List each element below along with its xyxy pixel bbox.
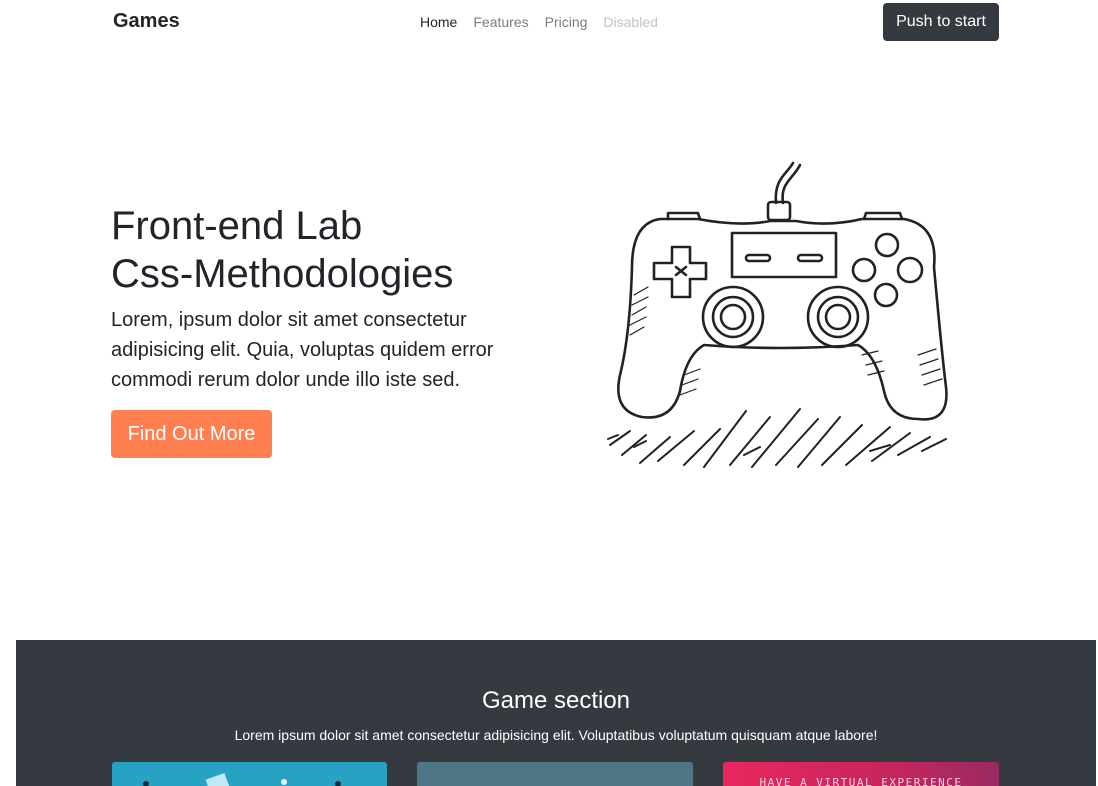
nav-link-features[interactable]: Features <box>473 14 528 30</box>
find-out-more-button[interactable]: Find Out More <box>111 410 272 458</box>
push-to-start-button[interactable]: Push to start <box>883 3 999 41</box>
hero-description: Lorem, ipsum dolor sit amet consectetur … <box>111 309 494 391</box>
game-card-3-caption: HAVE A VIRTUAL EXPERIENCE <box>759 776 963 786</box>
game-section: Game section Lorem ipsum dolor sit amet … <box>16 640 1096 786</box>
nav-link-home[interactable]: Home <box>420 14 457 30</box>
hero-title-line-2: Css-Methodologies <box>111 252 454 296</box>
hero-title: Front-end Lab Css-Methodologies <box>111 202 453 298</box>
game-card-3[interactable]: HAVE A VIRTUAL EXPERIENCE <box>723 762 999 786</box>
nav-link-pricing[interactable]: Pricing <box>545 14 588 30</box>
game-card-2[interactable] <box>417 762 693 786</box>
brand-logo[interactable]: Games <box>113 10 180 33</box>
hero-title-line-1: Front-end Lab <box>111 204 363 248</box>
main-nav: Home Features Pricing Disabled <box>420 14 658 30</box>
section-description: Lorem ipsum dolor sit amet consectetur a… <box>234 727 878 743</box>
section-title: Game section <box>481 687 631 714</box>
game-card-1[interactable] <box>112 762 387 786</box>
gamepad-sketch-icon <box>607 161 948 468</box>
navbar: Games Home Features Pricing Disabled Pus… <box>0 0 1098 44</box>
nav-link-disabled: Disabled <box>603 14 658 30</box>
game-card-1-illustration <box>143 772 341 786</box>
